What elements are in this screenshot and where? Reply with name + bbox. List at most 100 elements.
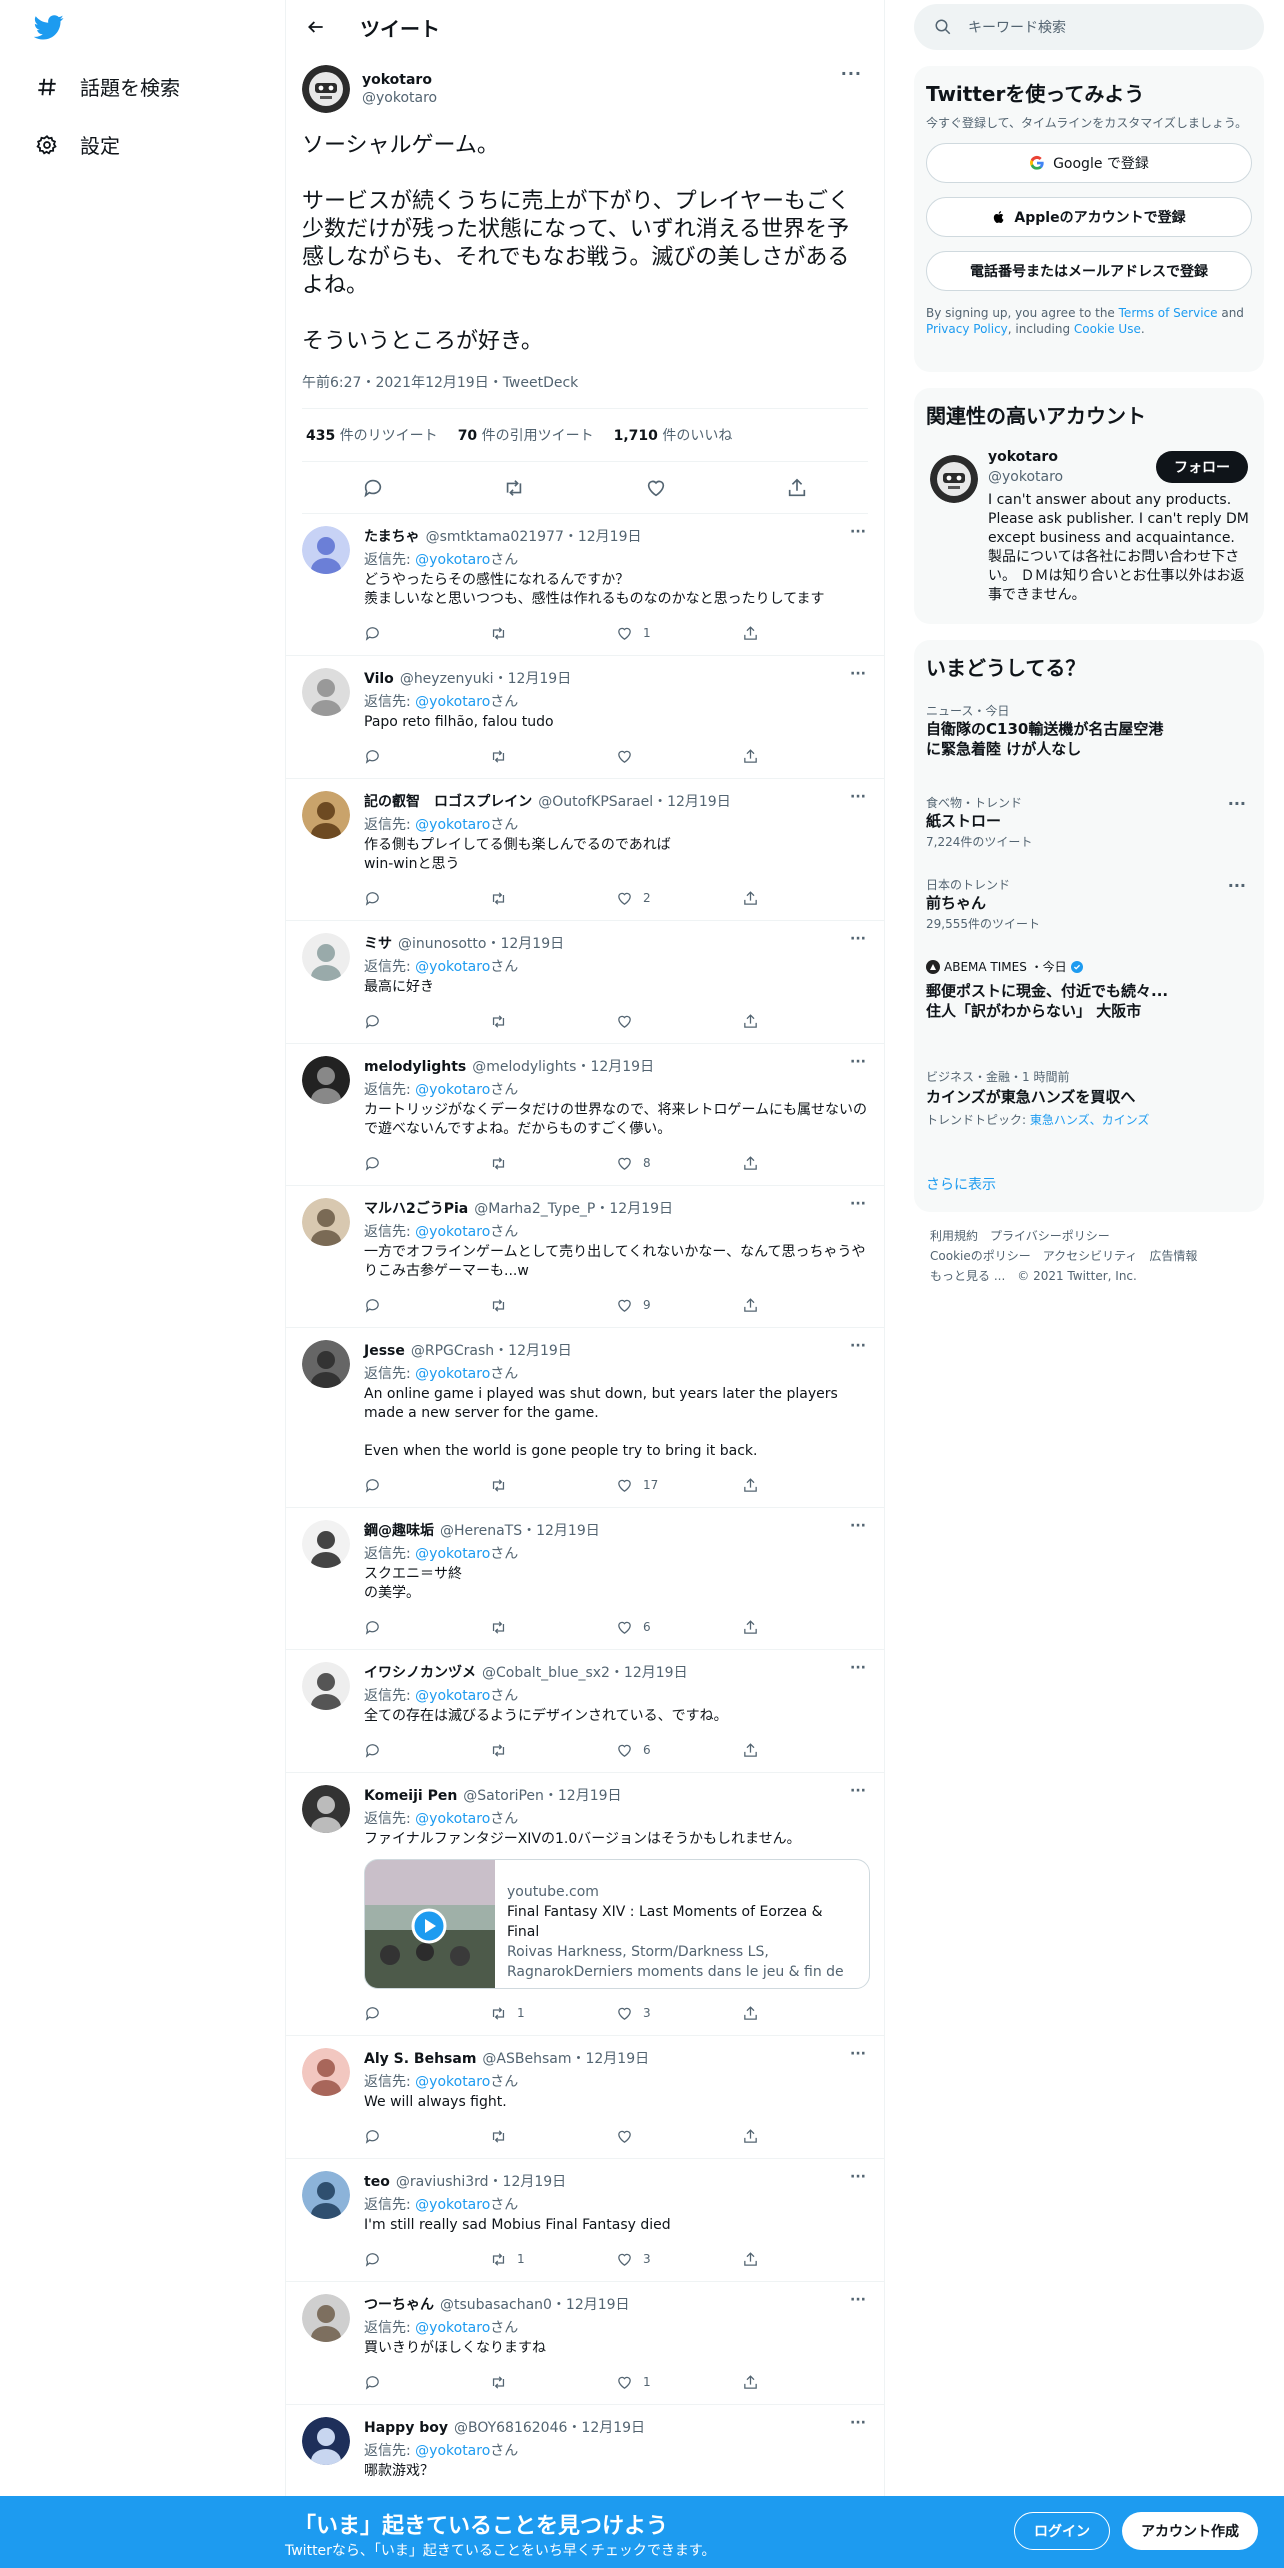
reply-author-name[interactable]: 鋼@趣味垢 xyxy=(364,1520,434,1540)
more-options-icon[interactable]: ··· xyxy=(850,1054,866,1070)
reply-author-meta[interactable]: @tsubasachan0・12月19日 xyxy=(440,2294,630,2314)
more-options-icon[interactable]: ··· xyxy=(841,64,862,83)
more-options-icon[interactable]: ··· xyxy=(1228,794,1246,813)
reply-author-name[interactable]: Jesse xyxy=(364,1343,405,1359)
author-name[interactable]: yokotaro xyxy=(362,72,437,88)
avatar[interactable] xyxy=(302,1056,350,1104)
mention-link[interactable]: @yokotaro xyxy=(415,1366,490,1382)
avatar[interactable] xyxy=(302,791,350,839)
avatar[interactable] xyxy=(302,1198,350,1246)
show-more-link[interactable]: さらに表示 xyxy=(926,1174,996,1194)
mention-link[interactable]: @yokotaro xyxy=(415,2197,490,2213)
related-name[interactable]: yokotaro xyxy=(988,449,1058,465)
retweet-button[interactable] xyxy=(490,1619,616,1636)
retweet-button[interactable] xyxy=(490,2128,616,2145)
reply-author-meta[interactable]: @OutofKPSarael・12月19日 xyxy=(538,791,730,811)
mention-link[interactable]: @yokotaro xyxy=(415,959,490,975)
more-options-icon[interactable]: ··· xyxy=(1228,876,1246,895)
reply-author-name[interactable]: イワシノカンヅメ xyxy=(364,1662,476,1682)
like-button[interactable]: 17 xyxy=(616,1477,742,1494)
mention-link[interactable]: @yokotaro xyxy=(415,1224,490,1240)
reply-author-name[interactable]: ミサ xyxy=(364,933,392,953)
reply-button[interactable] xyxy=(364,2251,490,2268)
trend-item[interactable]: ABEMA TIMES ・今日 郵便ポストに現金、付近でも続々...住人「訳がわ… xyxy=(926,958,1176,1021)
reply-author-name[interactable]: Vilo xyxy=(364,671,394,687)
retweet-button[interactable] xyxy=(490,625,616,642)
reply-author-name[interactable]: Komeiji Pen xyxy=(364,1788,457,1804)
reply-author-meta[interactable]: @raviushi3rd・12月19日 xyxy=(396,2171,566,2191)
more-options-icon[interactable]: ··· xyxy=(850,524,866,540)
mention-link[interactable]: @yokotaro xyxy=(415,817,490,833)
avatar[interactable] xyxy=(302,2417,350,2465)
reply-author-name[interactable]: melodylights xyxy=(364,1059,466,1075)
cookie-link[interactable]: Cookie Use xyxy=(1074,322,1141,336)
like-button[interactable] xyxy=(616,1013,742,1030)
like-button[interactable] xyxy=(616,2128,742,2145)
more-options-icon[interactable]: ··· xyxy=(850,1338,866,1354)
reply-icon[interactable] xyxy=(362,477,384,499)
link-card[interactable]: youtube.com Final Fantasy XIV : Last Mom… xyxy=(364,1859,870,1989)
reply-tweet[interactable]: ··· Vilo @heyzenyuki・12月19日 返信先: @yokota… xyxy=(286,656,884,779)
retweet-count[interactable]: 435 件のリツイート xyxy=(306,425,438,445)
avatar[interactable] xyxy=(302,2171,350,2219)
retweet-button[interactable] xyxy=(490,1297,616,1314)
more-options-icon[interactable]: ··· xyxy=(850,2046,866,2062)
reply-author-meta[interactable]: @Cobalt_blue_sx2・12月19日 xyxy=(482,1662,688,1682)
reply-tweet[interactable]: ··· Komeiji Pen @SatoriPen・12月19日 返信先: @… xyxy=(286,1773,884,2036)
quote-count[interactable]: 70 件の引用ツイート xyxy=(458,425,594,445)
reply-author-meta[interactable]: @melodylights・12月19日 xyxy=(472,1056,654,1076)
like-button[interactable]: 8 xyxy=(616,1155,742,1172)
retweet-button[interactable] xyxy=(490,2374,616,2391)
avatar[interactable] xyxy=(302,1785,350,1833)
related-handle[interactable]: @yokotaro xyxy=(988,469,1063,485)
footer-line-2[interactable]: Cookieのポリシー アクセシビリティ 広告情報 xyxy=(930,1246,1197,1266)
share-button[interactable] xyxy=(742,1619,868,1636)
more-options-icon[interactable]: ··· xyxy=(850,931,866,947)
trend-item[interactable]: 食べ物・トレンド 紙ストロー 7,224件のツイート ··· xyxy=(926,794,1246,850)
search-input[interactable]: キーワード検索 xyxy=(968,17,1066,37)
twitter-logo-icon[interactable] xyxy=(34,12,64,42)
mention-link[interactable]: @yokotaro xyxy=(415,1082,490,1098)
reply-button[interactable] xyxy=(364,748,490,765)
reply-tweet[interactable]: ··· ミサ @inunosotto・12月19日 返信先: @yokotaro… xyxy=(286,921,884,1044)
privacy-link[interactable]: Privacy Policy xyxy=(926,322,1008,336)
share-button[interactable] xyxy=(742,1477,868,1494)
video-thumbnail[interactable] xyxy=(365,1860,495,1988)
reply-tweet[interactable]: ··· イワシノカンヅメ @Cobalt_blue_sx2・12月19日 返信先… xyxy=(286,1650,884,1773)
signup-button[interactable]: アカウント作成 xyxy=(1122,2512,1258,2550)
reply-author-meta[interactable]: @RPGCrash・12月19日 xyxy=(411,1340,572,1360)
reply-author-meta[interactable]: @smtktama021977・12月19日 xyxy=(426,526,642,546)
like-button[interactable] xyxy=(616,748,742,765)
back-arrow-icon[interactable] xyxy=(306,17,326,37)
avatar[interactable] xyxy=(302,668,350,716)
share-icon[interactable] xyxy=(786,477,808,499)
share-button[interactable] xyxy=(742,1155,868,1172)
reply-button[interactable] xyxy=(364,1619,490,1636)
reply-tweet[interactable]: ··· teo @raviushi3rd・12月19日 返信先: @yokota… xyxy=(286,2159,884,2282)
reply-author-meta[interactable]: @heyzenyuki・12月19日 xyxy=(400,668,571,688)
trend-item[interactable]: 日本のトレンド 前ちゃん 29,555件のツイート ··· xyxy=(926,876,1246,932)
login-button[interactable]: ログイン xyxy=(1014,2512,1110,2550)
reply-tweet[interactable]: ··· マルハ2ごうPia @Marha2_Type_P・12月19日 返信先:… xyxy=(286,1186,884,1328)
reply-author-meta[interactable]: @HerenaTS・12月19日 xyxy=(440,1520,600,1540)
share-button[interactable] xyxy=(742,2374,868,2391)
more-options-icon[interactable]: ··· xyxy=(850,1660,866,1676)
avatar[interactable] xyxy=(302,2294,350,2342)
reply-author-name[interactable]: Happy boy xyxy=(364,2420,448,2436)
avatar[interactable] xyxy=(302,933,350,981)
follow-button[interactable]: フォロー xyxy=(1156,451,1248,483)
avatar[interactable] xyxy=(302,65,350,113)
mention-link[interactable]: @yokotaro xyxy=(415,1688,490,1704)
retweet-button[interactable] xyxy=(490,1477,616,1494)
reply-button[interactable] xyxy=(364,1297,490,1314)
search-bar[interactable]: キーワード検索 xyxy=(914,4,1264,50)
reply-button[interactable] xyxy=(364,1013,490,1030)
tweet-meta[interactable]: 午前6:27・2021年12月19日・TweetDeck xyxy=(302,372,868,409)
reply-button[interactable] xyxy=(364,2374,490,2391)
reply-button[interactable] xyxy=(364,625,490,642)
more-options-icon[interactable]: ··· xyxy=(850,1783,866,1799)
mention-link[interactable]: @yokotaro xyxy=(415,2443,490,2459)
reply-author-name[interactable]: Aly S. Behsam xyxy=(364,2051,476,2067)
reply-button[interactable] xyxy=(364,1155,490,1172)
more-options-icon[interactable]: ··· xyxy=(850,2415,866,2431)
